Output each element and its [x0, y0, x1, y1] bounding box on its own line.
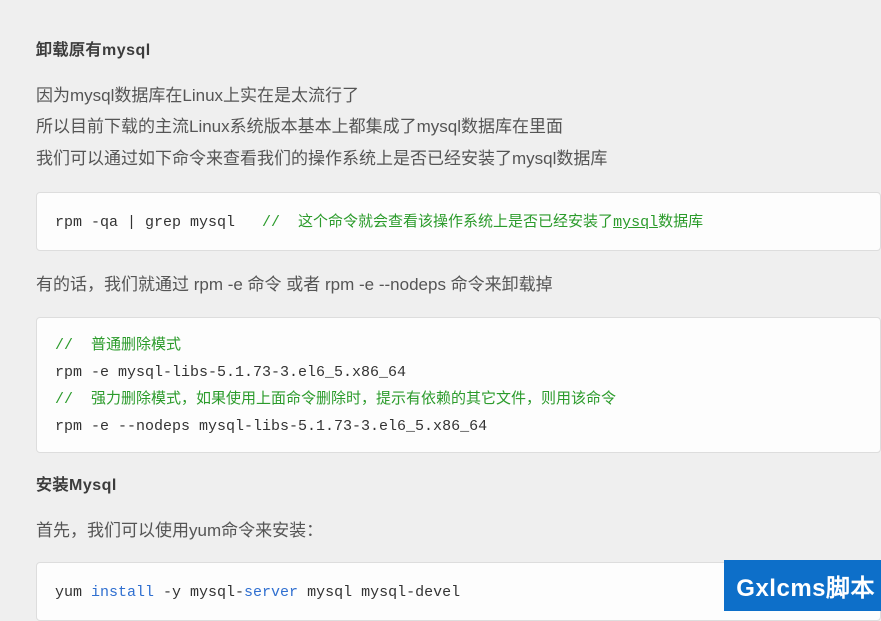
- code-block-check-mysql: rpm -qa | grep mysql // 这个命令就会查看该操作系统上是否…: [36, 192, 881, 251]
- code-command: yum install -y mysql-server mysql mysql-…: [55, 584, 460, 601]
- paragraph-text: 首先，我们可以使用yum命令来安装：: [36, 515, 881, 546]
- code-command: rpm -e --nodeps mysql-libs-5.1.73-3.el6_…: [55, 418, 487, 435]
- code-comment: // 强力删除模式，如果使用上面命令删除时，提示有依赖的其它文件，则用该命令: [55, 391, 616, 408]
- section-heading-uninstall: 卸载原有mysql: [36, 36, 881, 60]
- section-heading-install: 安装Mysql: [36, 471, 881, 495]
- code-command: rpm -qa | grep mysql: [55, 214, 262, 231]
- code-comment: // 这个命令就会查看该操作系统上是否已经安装了mysql数据库: [262, 214, 703, 231]
- code-block-uninstall-mysql: // 普通删除模式 rpm -e mysql-libs-5.1.73-3.el6…: [36, 317, 881, 453]
- paragraph-text: 所以目前下载的主流Linux系统版本基本上都集成了mysql数据库在里面: [36, 111, 881, 142]
- paragraph-text: 有的话，我们就通过 rpm -e 命令 或者 rpm -e --nodeps 命…: [36, 269, 881, 300]
- code-command: rpm -e mysql-libs-5.1.73-3.el6_5.x86_64: [55, 364, 406, 381]
- paragraph-text: 我们可以通过如下命令来查看我们的操作系统上是否已经安装了mysql数据库: [36, 143, 881, 174]
- watermark-badge: Gxlcms脚本: [724, 560, 881, 611]
- paragraph-text: 因为mysql数据库在Linux上实在是太流行了: [36, 80, 881, 111]
- code-comment: // 普通删除模式: [55, 337, 181, 354]
